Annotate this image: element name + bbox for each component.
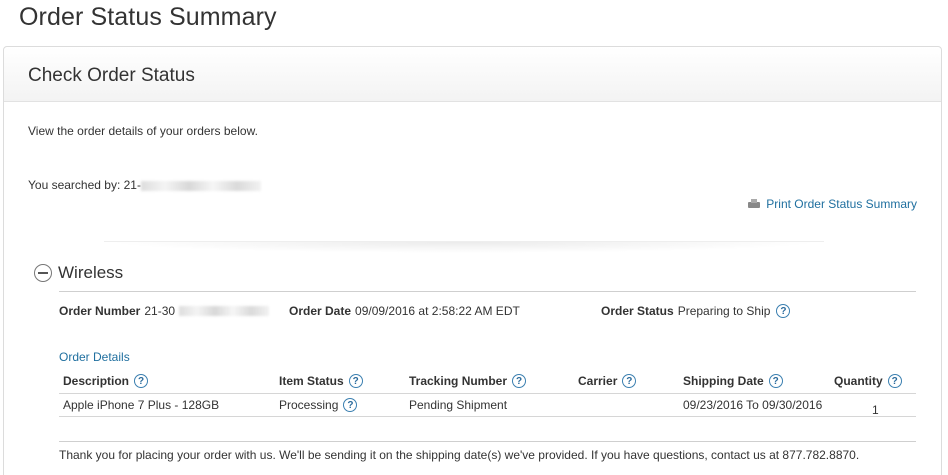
thank-you-message: Thank you for placing your order with us… xyxy=(59,441,916,462)
collapse-minus-icon xyxy=(34,264,52,282)
print-link-label: Print Order Status Summary xyxy=(766,197,917,211)
searched-by: You searched by: 21- xyxy=(28,178,261,192)
order-status-value: Preparing to Ship xyxy=(677,304,771,318)
cell-shipping-date: 09/23/2016 To 09/30/2016 xyxy=(683,398,823,412)
col-carrier: Carrier ? xyxy=(578,374,637,388)
cell-item-status: Processing ? xyxy=(279,398,358,412)
col-item-status: Item Status ? xyxy=(279,374,363,388)
order-number: Order Number 21-30 xyxy=(59,304,270,318)
col-carrier-label: Carrier xyxy=(578,374,618,388)
order-items-table: Description ? Item Status ? Tracking Num… xyxy=(59,370,916,417)
order-number-value: 21-30 xyxy=(144,304,176,318)
order-status: Order Status Preparing to Ship ? xyxy=(601,304,791,318)
redacted-value xyxy=(140,180,261,191)
card-title: Check Order Status xyxy=(28,65,195,86)
processing-help-icon[interactable]: ? xyxy=(343,398,358,412)
item-status-help-icon[interactable]: ? xyxy=(348,374,363,388)
col-quantity: Quantity ? xyxy=(834,374,902,388)
check-order-status-card: Check Order Status View the order detail… xyxy=(3,46,942,475)
table-row: Apple iPhone 7 Plus - 128GB Processing ?… xyxy=(59,394,916,417)
order-status-help-icon[interactable]: ? xyxy=(776,304,791,318)
cell-item-status-value: Processing xyxy=(279,398,339,412)
order-number-label: Order Number xyxy=(59,304,141,318)
wireless-section-toggle[interactable]: Wireless xyxy=(34,263,123,283)
col-tracking-label: Tracking Number xyxy=(409,374,508,388)
order-date: Order Date 09/09/2016 at 2:58:22 AM EDT xyxy=(289,304,520,318)
divider xyxy=(104,241,824,253)
cell-tracking: Pending Shipment xyxy=(409,398,508,412)
table-header: Description ? Item Status ? Tracking Num… xyxy=(59,370,916,394)
intro-text: View the order details of your orders be… xyxy=(28,124,258,138)
card-header: Check Order Status xyxy=(4,47,941,102)
carrier-help-icon[interactable]: ? xyxy=(622,374,637,388)
col-description-label: Description xyxy=(63,374,130,388)
col-shipping-date-label: Shipping Date xyxy=(683,374,764,388)
print-order-status-link[interactable]: Print Order Status Summary xyxy=(748,197,917,211)
searched-by-label: You searched by: 21- xyxy=(28,178,141,192)
col-description: Description ? xyxy=(63,374,149,388)
description-help-icon[interactable]: ? xyxy=(134,374,149,388)
section-divider xyxy=(59,291,916,292)
cell-quantity: 1 xyxy=(872,403,879,417)
printer-icon xyxy=(748,199,761,209)
col-shipping-date: Shipping Date ? xyxy=(683,374,783,388)
order-details-link[interactable]: Order Details xyxy=(59,350,130,364)
col-item-status-label: Item Status xyxy=(279,374,344,388)
shipping-date-help-icon[interactable]: ? xyxy=(768,374,783,388)
order-status-label: Order Status xyxy=(601,304,674,318)
quantity-help-icon[interactable]: ? xyxy=(887,374,902,388)
col-quantity-label: Quantity xyxy=(834,374,883,388)
cell-description: Apple iPhone 7 Plus - 128GB xyxy=(63,398,220,412)
redacted-order-number xyxy=(179,306,270,316)
tracking-help-icon[interactable]: ? xyxy=(512,374,527,388)
col-tracking: Tracking Number ? xyxy=(409,374,527,388)
order-date-value: 09/09/2016 at 2:58:22 AM EDT xyxy=(355,304,520,318)
order-date-label: Order Date xyxy=(289,304,352,318)
page-title: Order Status Summary xyxy=(19,3,277,31)
section-title: Wireless xyxy=(58,263,124,282)
